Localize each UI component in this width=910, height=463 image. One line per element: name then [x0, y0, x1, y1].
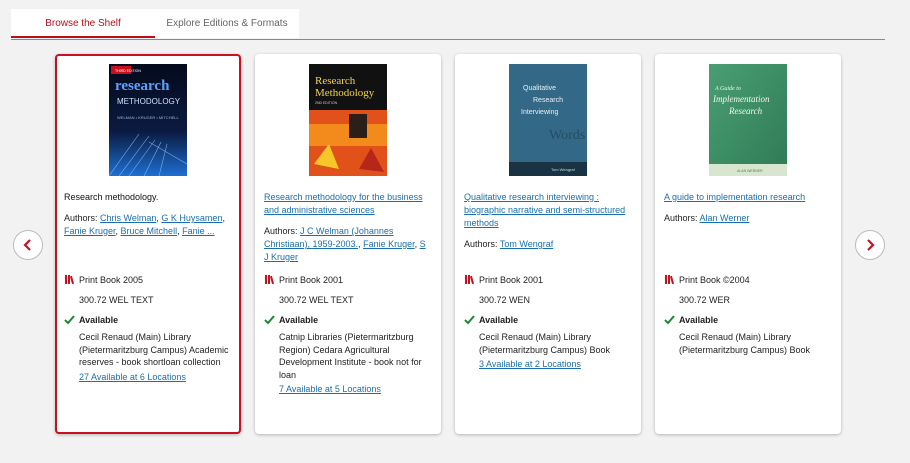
book-card[interactable]: Research Methodology 2ND EDITION Researc… [255, 54, 441, 434]
format-label: Print Book 2005 [79, 274, 144, 285]
svg-text:Research: Research [315, 75, 356, 87]
location-text: Cecil Renaud (Main) Library (Pietermarit… [679, 332, 811, 355]
authors-line: Authors: J C Welman (Johannes Christiaan… [264, 226, 426, 262]
holdings: Print Book 2001 300.72 WEN Available Cec… [464, 274, 632, 371]
book-cover[interactable]: research METHODOLOGY WELMAN • KRUGER • M… [109, 64, 187, 176]
tab-browse-the-shelf[interactable]: Browse the Shelf [11, 9, 155, 38]
checkmark-icon [464, 315, 475, 325]
card-body: Research methodology. Authors: Chris Wel… [64, 191, 232, 238]
author-link[interactable]: Bruce Mitchell [121, 226, 178, 236]
previous-button[interactable] [13, 230, 43, 260]
author-link[interactable]: Fanie ... [182, 226, 215, 236]
book-title-link[interactable]: Qualitative research interviewing : biog… [464, 191, 632, 230]
svg-text:Interviewing: Interviewing [521, 109, 558, 116]
author-link[interactable]: Alan Werner [700, 213, 750, 223]
chevron-right-icon [867, 239, 875, 251]
book-cover[interactable]: A Guide to Implementation Research ALAN … [709, 64, 787, 176]
tab-bar: Browse the Shelf Explore Editions & Form… [11, 9, 885, 40]
book-format-icon [265, 275, 275, 285]
svg-text:Research: Research [728, 106, 763, 116]
book-card[interactable]: research METHODOLOGY WELMAN • KRUGER • M… [55, 54, 241, 434]
authors-label: Authors: [64, 213, 98, 223]
svg-text:THIRD EDITION: THIRD EDITION [115, 69, 141, 73]
book-cover[interactable]: Research Methodology 2ND EDITION [309, 64, 387, 176]
availability-locations-link[interactable]: 3 Available at 2 Locations [479, 358, 632, 371]
call-number: 300.72 WEN [479, 295, 531, 305]
availability-locations-link[interactable]: 27 Available at 6 Locations [79, 371, 232, 384]
availability-status: Available [279, 314, 319, 325]
authors-label: Authors: [264, 226, 298, 236]
book-format-icon [465, 275, 475, 285]
svg-text:Methodology: Methodology [315, 87, 375, 99]
svg-text:Tom Wengraf: Tom Wengraf [551, 167, 576, 172]
authors-line: Authors: Alan Werner [664, 212, 832, 225]
card-body: Research methodology for the business an… [264, 191, 432, 264]
checkmark-icon [64, 315, 75, 325]
holdings: Print Book 2005 300.72 WEL TEXT Availabl… [64, 274, 232, 383]
book-title-link[interactable]: Research methodology for the business an… [264, 191, 432, 217]
call-number: 300.72 WEL TEXT [79, 295, 154, 305]
format-label: Print Book 2001 [479, 274, 544, 285]
book-format-icon [65, 275, 75, 285]
authors-label: Authors: [464, 239, 498, 249]
authors-line: Authors: Tom Wengraf [464, 238, 632, 251]
author-link[interactable]: Tom Wengraf [500, 239, 553, 249]
svg-text:WELMAN • KRUGER • MITCHELL: WELMAN • KRUGER • MITCHELL [117, 115, 179, 120]
authors-line: Authors: Chris Welman, G K Huysamen, Fan… [64, 213, 225, 236]
book-card[interactable]: Words Qualitative Research Interviewing … [455, 54, 641, 434]
tab-explore-editions-formats[interactable]: Explore Editions & Formats [155, 9, 299, 38]
svg-text:A Guide to: A Guide to [714, 86, 741, 92]
svg-text:research: research [115, 78, 170, 94]
checkmark-icon [664, 315, 675, 325]
book-title: Research methodology. [64, 192, 159, 202]
format-label: Print Book ©2004 [679, 274, 750, 285]
author-link[interactable]: Fanie Kruger [363, 239, 415, 249]
svg-text:METHODOLOGY: METHODOLOGY [117, 97, 181, 106]
call-number: 300.72 WEL TEXT [279, 295, 354, 305]
svg-text:2ND EDITION: 2ND EDITION [315, 101, 338, 105]
holdings: Print Book 2001 300.72 WEL TEXT Availabl… [264, 274, 432, 396]
call-number: 300.72 WER [679, 295, 731, 305]
book-format-icon [665, 275, 675, 285]
availability-status: Available [79, 314, 119, 325]
card-body: A guide to implementation research Autho… [664, 191, 832, 225]
format-label: Print Book 2001 [279, 274, 344, 285]
svg-text:Implementation: Implementation [712, 94, 770, 104]
card-body: Qualitative research interviewing : biog… [464, 191, 632, 251]
book-cover[interactable]: Words Qualitative Research Interviewing … [509, 64, 587, 176]
chevron-left-icon [23, 239, 31, 251]
checkmark-icon [264, 315, 275, 325]
location-text: Catnip Libraries (Pietermaritzburg Regio… [279, 332, 422, 380]
authors-label: Authors: [664, 213, 698, 223]
svg-text:Research: Research [533, 97, 563, 104]
svg-text:ALAN WERNER: ALAN WERNER [737, 169, 763, 173]
location-text: Cecil Renaud (Main) Library (Pietermarit… [79, 332, 229, 367]
availability-status: Available [679, 314, 719, 325]
holdings: Print Book ©2004 300.72 WER Available Ce… [664, 274, 832, 356]
availability-locations-link[interactable]: 7 Available at 5 Locations [279, 383, 432, 396]
author-link[interactable]: Chris Welman [100, 213, 156, 223]
location-text: Cecil Renaud (Main) Library (Pietermarit… [479, 332, 611, 355]
author-link[interactable]: Fanie Kruger [64, 226, 116, 236]
svg-text:Qualitative: Qualitative [523, 85, 556, 92]
book-title-link[interactable]: A guide to implementation research [664, 191, 832, 204]
svg-text:Words: Words [549, 128, 585, 143]
availability-status: Available [479, 314, 519, 325]
author-link[interactable]: G K Huysamen [161, 213, 222, 223]
next-button[interactable] [855, 230, 885, 260]
book-card[interactable]: A Guide to Implementation Research ALAN … [655, 54, 841, 434]
